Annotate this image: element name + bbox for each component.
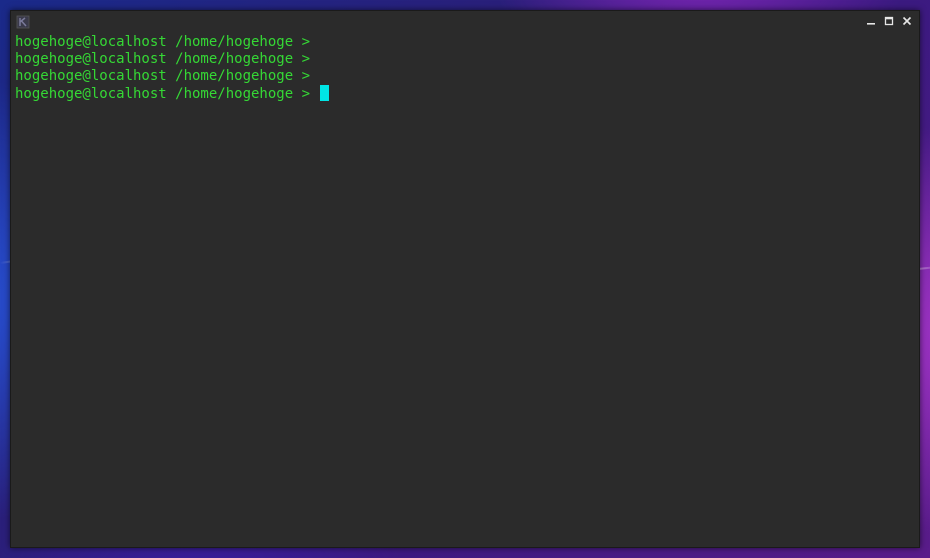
prompt-text: hogehoge@localhost /home/hogehoge > bbox=[15, 51, 319, 67]
window-titlebar[interactable] bbox=[11, 11, 919, 31]
prompt-text: hogehoge@localhost /home/hogehoge > bbox=[15, 86, 319, 102]
terminal-line: hogehoge@localhost /home/hogehoge > bbox=[15, 51, 915, 68]
terminal-line: hogehoge@localhost /home/hogehoge > bbox=[15, 68, 915, 85]
close-icon[interactable] bbox=[899, 13, 915, 29]
terminal-line: hogehoge@localhost /home/hogehoge > bbox=[15, 34, 915, 51]
window-controls bbox=[863, 13, 915, 29]
minimize-icon[interactable] bbox=[863, 13, 879, 29]
prompt-text: hogehoge@localhost /home/hogehoge > bbox=[15, 34, 319, 50]
terminal-line-active: hogehoge@localhost /home/hogehoge > bbox=[15, 85, 915, 102]
terminal-app-icon[interactable] bbox=[16, 14, 30, 29]
maximize-icon[interactable] bbox=[881, 13, 897, 29]
text-cursor[interactable] bbox=[320, 85, 330, 101]
terminal-window: hogehoge@localhost /home/hogehoge > hoge… bbox=[10, 10, 920, 548]
terminal-output[interactable]: hogehoge@localhost /home/hogehoge > hoge… bbox=[15, 34, 915, 543]
prompt-text: hogehoge@localhost /home/hogehoge > bbox=[15, 68, 319, 84]
